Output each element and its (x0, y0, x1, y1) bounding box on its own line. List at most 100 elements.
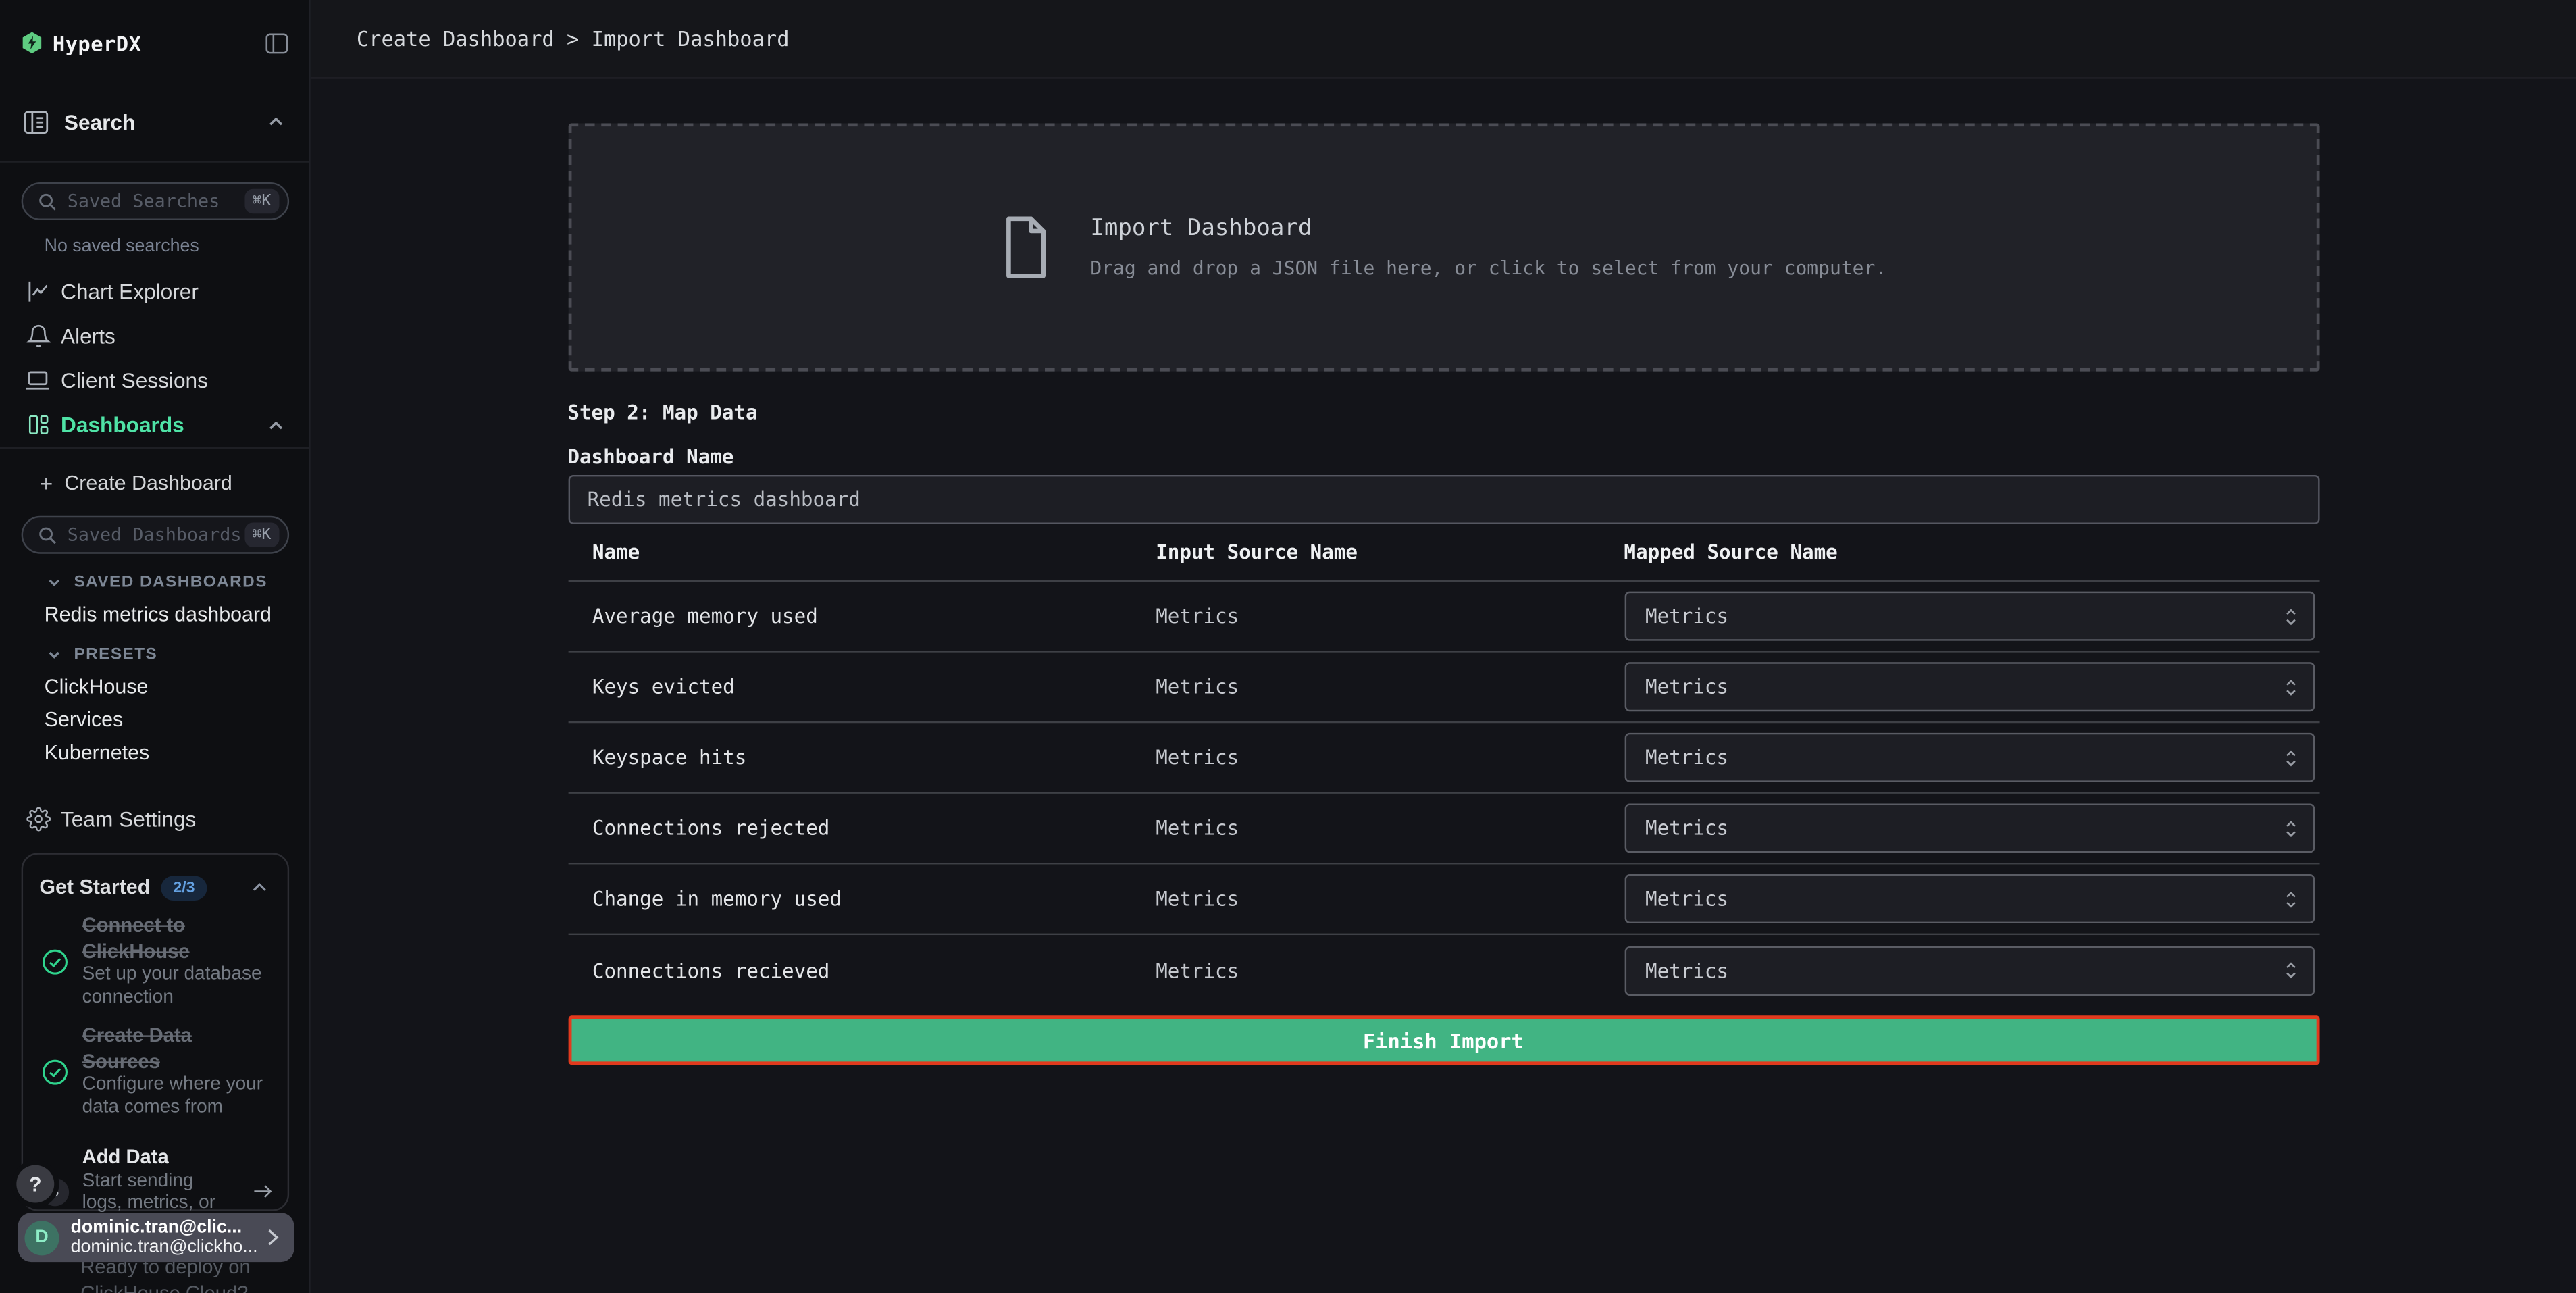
check-circle-icon (39, 947, 69, 975)
row-name: Keyspace hits (592, 746, 1156, 769)
mapped-source-select[interactable]: Metrics (1624, 592, 2314, 641)
saved-searches-input[interactable] (68, 191, 244, 212)
row-name: Connections rejected (592, 817, 1156, 840)
user-name: dominic.tran@clic... (71, 1217, 265, 1237)
get-started-item-sources[interactable]: Create Data Sources Configure where your… (39, 1023, 278, 1119)
get-started-item-connect[interactable]: Connect to ClickHouse Set up your databa… (39, 913, 278, 1009)
presets-group-toggle[interactable]: PRESETS (46, 642, 309, 665)
selected-value: Metrics (1645, 959, 1728, 982)
column-header-input-source: Input Source Name (1156, 540, 1624, 563)
create-dashboard-label: Create Dashboard (64, 471, 232, 494)
saved-dashboards-search[interactable]: ⌘K (22, 516, 289, 554)
column-header-mapped-source: Mapped Source Name (1624, 540, 2319, 563)
step-description: Configure where your data comes from (82, 1075, 275, 1119)
table-row: Connections rejected Metrics Metrics (567, 794, 2319, 865)
selected-value: Metrics (1645, 817, 1728, 840)
sidebar-item-dashboards[interactable]: Dashboards (0, 403, 309, 447)
select-updown-icon (2281, 816, 2299, 840)
sidebar-item-chart-explorer[interactable]: Chart Explorer (0, 270, 309, 314)
mapped-source-select[interactable]: Metrics (1624, 946, 2314, 995)
group-label: PRESETS (74, 645, 157, 663)
table-row: Change in memory used Metrics Metrics (567, 864, 2319, 935)
saved-dashboards-input[interactable] (68, 524, 244, 546)
table-row: Keys evicted Metrics Metrics (567, 653, 2319, 724)
chevron-right-icon (265, 1227, 281, 1247)
preset-item-services[interactable]: Services (0, 703, 309, 736)
no-saved-searches-text: No saved searches (45, 236, 309, 256)
sidebar: HyperDX Search ⌘K No saved searches (0, 0, 311, 1293)
saved-dashboard-item[interactable]: Redis metrics dashboard (0, 598, 309, 631)
table-row: Connections recieved Metrics Metrics (567, 935, 2319, 1006)
table-row: Keyspace hits Metrics Metrics (567, 723, 2319, 794)
shortcut-badge: ⌘K (244, 523, 279, 547)
arrow-right-icon (251, 1182, 274, 1201)
chevron-down-icon (46, 646, 62, 661)
sidebar-item-label: Alerts (61, 324, 115, 348)
row-input-source: Metrics (1156, 959, 1624, 982)
saved-searches-search[interactable]: ⌘K (22, 182, 289, 220)
shortcut-badge: ⌘K (244, 189, 279, 213)
get-started-header[interactable]: Get Started 2/3 (39, 874, 278, 901)
select-updown-icon (2281, 886, 2299, 911)
select-updown-icon (2281, 745, 2299, 769)
topbar: Create Dashboard > Import Dashboard (311, 0, 2576, 79)
selected-value: Metrics (1645, 676, 1728, 699)
sidebar-item-team-settings[interactable]: Team Settings (0, 797, 309, 842)
preset-item-clickhouse[interactable]: ClickHouse (0, 670, 309, 703)
help-button[interactable]: ? (16, 1165, 54, 1203)
sidebar-item-label: Dashboards (61, 413, 184, 437)
mapped-source-select[interactable]: Metrics (1624, 662, 2314, 711)
mapped-source-select[interactable]: Metrics (1624, 874, 2314, 923)
chevron-up-icon (266, 415, 286, 434)
hyperdx-logo-icon (22, 31, 43, 54)
sidebar-item-client-sessions[interactable]: Client Sessions (0, 358, 309, 403)
step-title: Create Data Sources (82, 1023, 275, 1074)
select-updown-icon (2281, 604, 2299, 628)
user-email: dominic.tran@clickho... (71, 1238, 265, 1258)
search-icon (38, 525, 57, 544)
dashboard-name-label: Dashboard Name (567, 444, 2319, 470)
progress-badge: 2/3 (161, 875, 206, 899)
chevron-up-icon (250, 878, 269, 897)
user-menu-button[interactable]: D dominic.tran@clic... dominic.tran@clic… (18, 1213, 294, 1262)
column-header-name: Name (592, 540, 1156, 563)
saved-dashboards-group-toggle[interactable]: SAVED DASHBOARDS (46, 570, 309, 593)
import-dropzone[interactable]: Import Dashboard Drag and drop a JSON fi… (567, 123, 2319, 371)
selected-value: Metrics (1645, 746, 1728, 769)
main-content: Import Dashboard Drag and drop a JSON fi… (311, 79, 2576, 1293)
step-description: Set up your database connection (82, 965, 275, 1009)
finish-import-button[interactable]: Finish Import (567, 1015, 2319, 1065)
table-row: Average memory used Metrics Metrics (567, 582, 2319, 653)
divider (0, 447, 309, 449)
chart-line-icon (23, 280, 53, 304)
bell-icon (23, 324, 53, 348)
preset-item-kubernetes[interactable]: Kubernetes (0, 736, 309, 769)
collapse-sidebar-button[interactable] (265, 32, 289, 53)
select-updown-icon (2281, 675, 2299, 699)
dashboard-name-input[interactable] (567, 475, 2319, 524)
row-name: Average memory used (592, 605, 1156, 628)
mapped-source-select[interactable]: Metrics (1624, 803, 2314, 853)
get-started-panel: Get Started 2/3 Connect to ClickHouse Se… (22, 853, 289, 1211)
search-section-label: Search (64, 109, 136, 134)
panel-left-icon (265, 32, 289, 53)
search-icon (38, 191, 57, 211)
selected-value: Metrics (1645, 887, 1728, 910)
logo-row: HyperDX (22, 23, 289, 62)
row-input-source: Metrics (1156, 887, 1624, 910)
avatar: D (24, 1220, 59, 1254)
get-started-title: Get Started (39, 876, 150, 898)
select-updown-icon (2281, 958, 2299, 982)
file-icon (1000, 216, 1051, 280)
search-section-header[interactable]: Search (0, 102, 309, 141)
row-input-source: Metrics (1156, 817, 1624, 840)
row-name: Change in memory used (592, 887, 1156, 910)
row-name: Connections recieved (592, 959, 1156, 982)
create-dashboard-button[interactable]: + Create Dashboard (0, 460, 309, 505)
laptop-icon (23, 368, 53, 392)
mapped-source-select[interactable]: Metrics (1624, 733, 2314, 782)
chevron-up-icon (266, 111, 286, 131)
sidebar-item-alerts[interactable]: Alerts (0, 314, 309, 359)
brand-title: HyperDX (53, 30, 142, 55)
divider (0, 161, 309, 162)
